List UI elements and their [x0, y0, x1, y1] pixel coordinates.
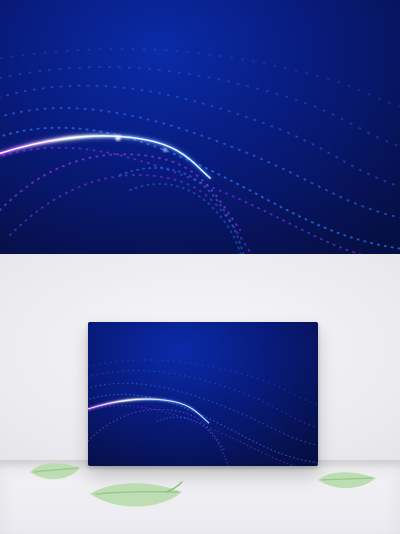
- leaf-left: [28, 458, 86, 484]
- leaf-icon: [318, 472, 376, 489]
- sparkle: [162, 147, 168, 153]
- framed-particle-wave: [88, 359, 318, 466]
- hero-artwork: [0, 0, 400, 254]
- particle-wave-art: [0, 47, 400, 254]
- leaf-right: [316, 468, 378, 492]
- framed-artwork: [88, 322, 318, 466]
- leaf-icon: [90, 481, 183, 507]
- sparkle: [115, 135, 121, 141]
- leaf-icon: [30, 463, 80, 480]
- dot-mesh: [0, 47, 400, 254]
- leaf-center: [88, 476, 184, 512]
- mockup-scene: [0, 254, 400, 534]
